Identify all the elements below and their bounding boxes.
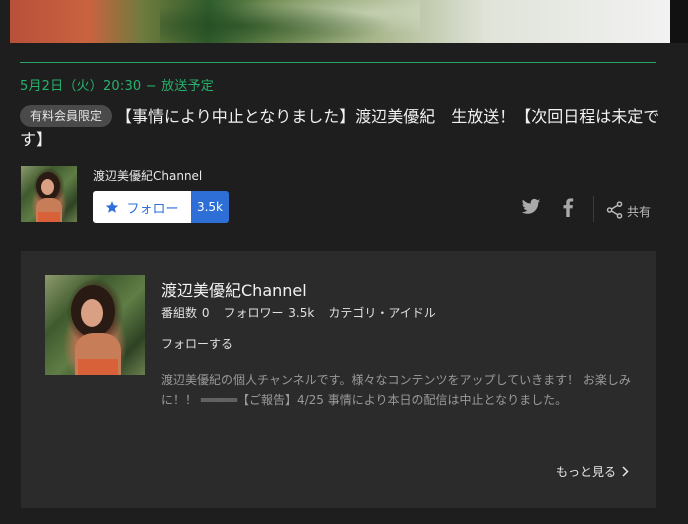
program-title: 【事情により中止となりました】渡辺美優紀 生放送！【次回日程は未定です】: [20, 107, 660, 149]
follow-button[interactable]: フォロー: [93, 191, 191, 223]
star-icon: [106, 201, 119, 213]
share-icon: [606, 201, 623, 219]
chevron-right-icon: [622, 466, 629, 477]
card-avatar-top: [78, 359, 118, 375]
twitter-icon: [521, 198, 541, 214]
card-channel-description: 渡辺美優紀の個人チャンネルです。様々なコンテンツをアップしていきます！ お楽しみ…: [161, 373, 631, 407]
hero-image: [10, 0, 670, 43]
share-separator: [593, 196, 594, 222]
program-count: 番組数 0: [161, 306, 210, 320]
follower-stat: フォロワー 3.5k: [223, 306, 315, 320]
card-channel-stats: 番組数 0 フォロワー 3.5k カテゴリ・アイドル: [161, 304, 450, 321]
program-title-block: 有料会員限定 【事情により中止となりました】渡辺美優紀 生放送！【次回日程は未定で…: [20, 105, 660, 151]
share-button[interactable]: [606, 201, 624, 223]
follower-count: 3.5k: [191, 191, 229, 223]
card-follow-link[interactable]: フォローする: [161, 335, 233, 352]
broadcast-schedule: 5月2日（火）20:30 − 放送予定: [20, 79, 214, 94]
avatar-top: [38, 212, 60, 222]
card-avatar-face: [81, 299, 103, 327]
avatar-face: [41, 179, 54, 195]
card-channel-avatar[interactable]: [45, 275, 145, 375]
see-more-label: もっと見る: [556, 465, 617, 479]
card-channel-name[interactable]: 渡辺美優紀Channel: [161, 277, 307, 301]
share-label[interactable]: 共有: [627, 203, 651, 220]
facebook-icon: [563, 198, 574, 217]
channel-name[interactable]: 渡辺美優紀Channel: [93, 167, 202, 184]
hero-edge: [670, 0, 688, 43]
section-divider: [20, 62, 656, 63]
paid-member-badge: 有料会員限定: [20, 105, 113, 127]
twitter-share-button[interactable]: [521, 198, 541, 220]
category-stat: カテゴリ・アイドル: [328, 306, 436, 320]
follow-button-label: フォロー: [126, 201, 179, 217]
channel-avatar[interactable]: [21, 166, 77, 222]
see-more-link[interactable]: もっと見る: [556, 463, 629, 480]
facebook-share-button[interactable]: [562, 198, 574, 221]
